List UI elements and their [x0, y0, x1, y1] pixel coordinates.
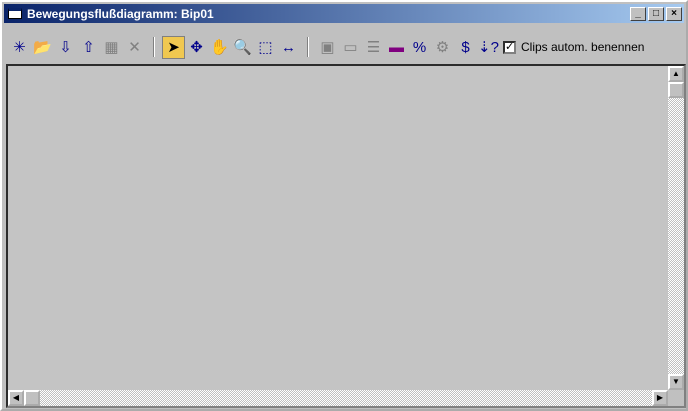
scroll-left-button[interactable]: ◀: [8, 390, 24, 406]
move-icon: ✥: [190, 39, 203, 56]
open-file-icon: 📂: [33, 39, 52, 56]
maximize-button[interactable]: □: [648, 7, 664, 21]
select-arrow-button[interactable]: ➤: [162, 35, 185, 59]
scroll-right-button[interactable]: ▶: [652, 390, 668, 406]
title-bar: Bewegungsflußdiagramm: Bip01 _ □ ×: [4, 4, 684, 23]
select-arrow-icon: ➤: [167, 39, 180, 56]
minimize-button[interactable]: _: [630, 7, 646, 21]
percent-icon: %: [412, 38, 427, 56]
gears-button[interactable]: ⚙: [431, 36, 454, 59]
transition-query-icon: ⇣?: [478, 39, 499, 56]
delete-icon: ✕: [128, 39, 141, 56]
rectangle-button[interactable]: ▭: [339, 36, 362, 59]
transition-query-button[interactable]: ⇣?: [477, 36, 500, 59]
toolbar: ✳ 📂 ⇩ ⇧ ▦ ✕ ➤ ✥ ✋ 🔍 ⬚ ↔ ▣ ▭ ☰ ▬% ⚙ $ ⇣? ✓ Clips autom. benen…: [8, 35, 644, 59]
gears-icon: ⚙: [435, 39, 450, 56]
horizontal-scrollbar[interactable]: ◀ ▶: [8, 390, 668, 406]
close-button[interactable]: ×: [666, 7, 682, 21]
motion-flow-window: Bewegungsflußdiagramm: Bip01 _ □ × ✳ 📂 ⇩ ⇧ ▦…: [0, 0, 688, 411]
pan-hand-icon: ✋: [210, 39, 229, 56]
zoom-extents-icon: ↔: [281, 38, 296, 56]
size-grip[interactable]: [668, 390, 684, 406]
toolbar-separator: [153, 37, 155, 57]
zoom-region-button[interactable]: ⬚: [254, 36, 277, 59]
dollar-icon: $: [461, 38, 470, 56]
insert-above-button[interactable]: ⇧: [77, 36, 100, 59]
delete-button[interactable]: ✕: [123, 36, 146, 59]
insert-below-button[interactable]: ⇩: [54, 36, 77, 59]
window-title: Bewegungsflußdiagramm: Bip01: [27, 6, 214, 21]
grid-button[interactable]: ▦: [100, 36, 123, 59]
shared-motion-button[interactable]: ▣: [316, 36, 339, 59]
move-button[interactable]: ✥: [185, 36, 208, 59]
motion-flow-canvas[interactable]: ▲ ▼ ◀ ▶: [6, 64, 686, 408]
auto-name-clips-checkbox[interactable]: ✓: [503, 40, 516, 54]
pan-hand-button[interactable]: ✋: [208, 36, 231, 59]
window-icon: [8, 8, 22, 19]
vertical-scroll-thumb[interactable]: [668, 82, 684, 98]
select-color-button[interactable]: ▬: [385, 36, 408, 59]
shared-motion-icon: ▣: [320, 39, 335, 56]
open-file-button[interactable]: 📂: [31, 36, 54, 59]
auto-name-clips-label[interactable]: Clips autom. benennen: [521, 40, 644, 54]
insert-below-icon: ⇩: [59, 39, 72, 56]
zoom-region-icon: ⬚: [258, 39, 273, 56]
select-color-icon: ▬: [389, 38, 404, 56]
scroll-down-button[interactable]: ▼: [668, 374, 684, 390]
zoom-icon: 🔍: [233, 39, 252, 56]
create-clip-icon: ✳: [13, 39, 26, 56]
zoom-extents-button[interactable]: ↔: [277, 36, 300, 59]
insert-above-icon: ⇧: [82, 39, 95, 56]
zoom-button[interactable]: 🔍: [231, 36, 254, 59]
percent-button[interactable]: %: [408, 36, 431, 59]
dollar-button[interactable]: $: [454, 36, 477, 59]
create-clip-button[interactable]: ✳: [8, 36, 31, 59]
grid-icon: ▦: [104, 39, 119, 56]
vertical-scrollbar[interactable]: ▲ ▼: [668, 66, 684, 390]
rectangle-icon: ▭: [343, 39, 358, 56]
toolbar-separator: [307, 37, 309, 57]
list-query-icon: ☰: [366, 39, 381, 56]
horizontal-scroll-thumb[interactable]: [24, 390, 40, 406]
scroll-up-button[interactable]: ▲: [668, 66, 684, 82]
list-query-button[interactable]: ☰: [362, 36, 385, 59]
